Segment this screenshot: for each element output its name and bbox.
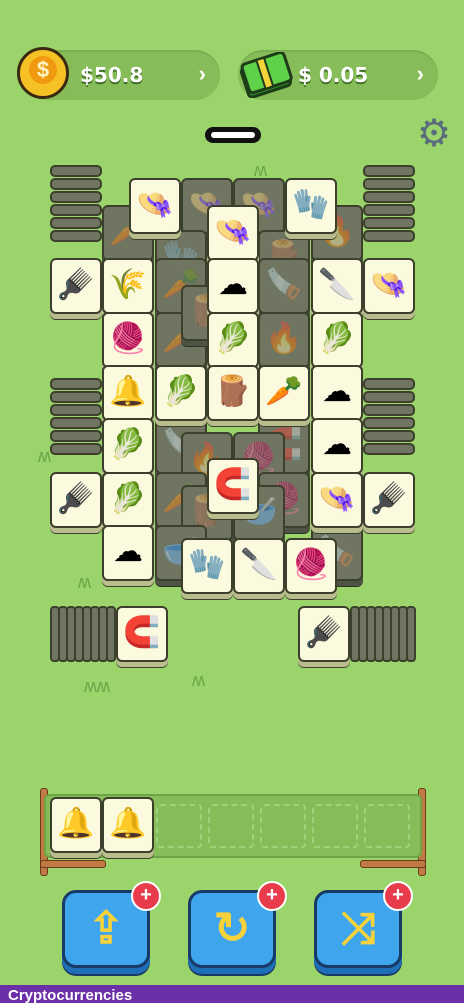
- cash-stack-icon: [239, 52, 293, 98]
- tray-slot: [364, 804, 410, 848]
- undo-button[interactable]: ⇪ +: [62, 881, 161, 968]
- tile-blocked: 🪚: [258, 258, 310, 314]
- ad-banner[interactable]: Cryptocurrencies: [0, 985, 464, 1003]
- gold-coin-icon: [17, 47, 69, 99]
- tile-log[interactable]: 🪵: [207, 365, 259, 421]
- tile-brush[interactable]: 🪮: [50, 258, 102, 314]
- tile-magnet[interactable]: 🧲: [116, 606, 168, 662]
- tile-cotton[interactable]: ☁: [311, 365, 363, 421]
- arrow-up-box-icon: ⇪: [87, 904, 125, 953]
- grass-decoration: ʍ: [38, 446, 51, 466]
- tile-brush[interactable]: 🪮: [363, 472, 415, 528]
- tray-slot: [208, 804, 254, 848]
- tile-brush[interactable]: 🪮: [50, 472, 102, 528]
- coin-balance-pill[interactable]: $50.8 ›: [17, 47, 220, 100]
- tile-blocked: 🔥: [258, 312, 310, 368]
- grass-decoration: ʍ: [192, 670, 205, 690]
- tile-lettuce[interactable]: 🥬: [102, 472, 154, 528]
- tray-slot: [312, 804, 358, 848]
- grass-decoration: ʍʍ: [84, 676, 110, 696]
- tile-glove[interactable]: 🧤: [181, 538, 233, 594]
- tile-brush[interactable]: 🪮: [298, 606, 350, 662]
- chevron-right-icon: ›: [416, 61, 424, 86]
- tile-hat[interactable]: 👒: [311, 472, 363, 528]
- shuffle-button[interactable]: ⤨ +: [314, 881, 413, 968]
- rotate-button[interactable]: ↻ +: [188, 881, 287, 968]
- add-badge[interactable]: +: [383, 881, 413, 911]
- tile-lettuce[interactable]: 🥬: [102, 418, 154, 474]
- tile-hat[interactable]: 👒: [207, 205, 259, 261]
- tile-yarn[interactable]: 🧶: [102, 312, 154, 368]
- tray-slot: [156, 804, 202, 848]
- chevron-right-icon: ›: [198, 61, 206, 86]
- tile-yarn[interactable]: 🧶: [285, 538, 337, 594]
- tile-carrot[interactable]: 🥕: [258, 365, 310, 421]
- fence-rail: [360, 860, 426, 868]
- tile-hat[interactable]: 👒: [129, 178, 181, 234]
- tile-bell[interactable]: 🔔: [102, 365, 154, 421]
- level-progress-bar: [205, 127, 261, 143]
- tile-wheat[interactable]: 🌾: [102, 258, 154, 314]
- cash-balance-pill[interactable]: $ 0.05 ›: [238, 50, 438, 100]
- tray-tile-bell: 🔔: [50, 797, 102, 853]
- tile-cotton[interactable]: ☁: [102, 525, 154, 581]
- fence-rail: [40, 860, 106, 868]
- tile-hat[interactable]: 👒: [363, 258, 415, 314]
- cash-balance: $ 0.05: [298, 63, 369, 87]
- add-badge[interactable]: +: [257, 881, 287, 911]
- tile-lettuce[interactable]: 🥬: [207, 312, 259, 368]
- add-badge[interactable]: +: [131, 881, 161, 911]
- tile-trowel[interactable]: 🔪: [311, 258, 363, 314]
- settings-gear-icon[interactable]: ⚙: [414, 114, 454, 154]
- tile-magnet[interactable]: 🧲: [207, 458, 259, 514]
- tray-slot: [260, 804, 306, 848]
- tile-lettuce[interactable]: 🥬: [155, 365, 207, 421]
- ad-banner-text: Cryptocurrencies: [8, 987, 133, 1003]
- tray-tile-bell: 🔔: [102, 797, 154, 853]
- tile-cotton[interactable]: ☁: [311, 418, 363, 474]
- rotate-arrow-icon: ↻: [213, 904, 251, 953]
- grass-decoration: ʍ: [254, 160, 267, 180]
- tile-lettuce[interactable]: 🥬: [311, 312, 363, 368]
- tile-glove[interactable]: 🧤: [285, 178, 337, 234]
- tile-cotton[interactable]: ☁: [207, 258, 259, 314]
- grass-decoration: ʍ: [78, 572, 91, 592]
- shuffle-arrows-icon: ⤨: [340, 904, 376, 953]
- tile-trowel[interactable]: 🔪: [233, 538, 285, 594]
- coin-balance: $50.8: [80, 63, 144, 87]
